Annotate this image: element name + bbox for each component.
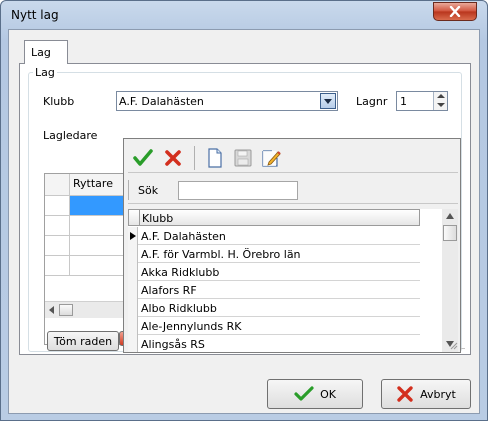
edit-button[interactable] — [260, 147, 282, 169]
row-indicator — [128, 335, 138, 352]
grid-cell[interactable] — [70, 236, 131, 256]
grid-header-ryttare[interactable]: Ryttare — [70, 174, 131, 196]
list-item-label: Alafors RF — [141, 284, 197, 297]
spin-up-icon[interactable] — [437, 94, 445, 98]
list-item-label: A.F. Dalahästen — [141, 230, 226, 243]
klubb-dropdown-button[interactable] — [320, 93, 336, 109]
search-separator — [128, 180, 129, 200]
list-header-klubb: Klubb — [142, 212, 174, 225]
scroll-left-icon[interactable] — [48, 306, 56, 314]
window-title: Nytt lag — [11, 8, 59, 22]
grid-row-indicator[interactable] — [45, 256, 70, 276]
cancel-label: Avbryt — [420, 387, 456, 401]
lagnr-spin-buttons[interactable] — [433, 92, 447, 110]
grid-row-indicator[interactable] — [45, 216, 70, 236]
tom-raden-button[interactable]: Töm raden — [47, 331, 119, 351]
popup-toolbar — [128, 141, 458, 173]
lagnr-spinner[interactable]: 1 — [396, 91, 448, 111]
spin-down-icon[interactable] — [437, 103, 445, 107]
check-icon — [294, 386, 314, 401]
list-item[interactable]: Alafors RF — [128, 281, 420, 299]
cross-icon — [397, 386, 413, 402]
tab-lag-label: Lag — [31, 46, 51, 59]
grid-corner — [45, 174, 70, 196]
tab-lag[interactable]: Lag — [24, 40, 68, 64]
current-row-arrow-icon — [130, 232, 136, 240]
resize-grip-icon[interactable] — [448, 340, 458, 350]
list-scroll-thumb[interactable] — [443, 225, 457, 241]
ok-button[interactable]: OK — [267, 379, 363, 409]
close-button[interactable] — [433, 2, 477, 21]
cancel-button[interactable]: Avbryt — [381, 379, 471, 409]
row-indicator — [128, 245, 138, 263]
search-row: Sök — [128, 176, 458, 204]
chevron-down-icon — [324, 99, 332, 104]
ryttare-grid[interactable]: Ryttare — [44, 173, 132, 345]
row-indicator — [128, 281, 138, 299]
grid-cell[interactable] — [70, 256, 131, 276]
dialog-window: Nytt lag Lag Lag Klubb A.F. Dalahästen L… — [0, 0, 488, 421]
row-indicator — [128, 227, 138, 245]
list-item[interactable]: A.F. för Varmbl. H. Örebro län — [128, 245, 420, 263]
new-document-icon — [208, 148, 222, 168]
scroll-up-icon[interactable] — [446, 213, 454, 219]
list-header[interactable]: Klubb — [128, 209, 420, 226]
grid-scroll-thumb[interactable] — [59, 304, 73, 316]
search-input[interactable] — [178, 181, 298, 200]
klubb-combobox[interactable]: A.F. Dalahästen — [116, 91, 338, 111]
save-button[interactable] — [232, 147, 254, 169]
klubb-label: Klubb — [43, 95, 75, 108]
edit-pencil-icon — [262, 150, 281, 167]
list-item[interactable]: A.F. Dalahästen — [128, 227, 420, 245]
lagledare-label: Lagledare — [43, 129, 98, 142]
check-icon — [133, 149, 153, 166]
group-legend: Lag — [33, 66, 57, 79]
cross-icon — [165, 150, 181, 166]
klubb-list[interactable]: Klubb A.F. Dalahästen A.F. för Varmbl. H… — [128, 209, 442, 352]
list-item-label: Alingsås RS — [141, 338, 205, 351]
dialog-client-area: Lag Lag Klubb A.F. Dalahästen Lagnr 1 La… — [8, 29, 480, 414]
lagnr-label: Lagnr — [356, 95, 388, 108]
tom-raden-label: Töm raden — [53, 334, 113, 348]
list-item[interactable]: Akka Ridklubb — [128, 263, 420, 281]
grid-horizontal-scrollbar[interactable] — [45, 301, 131, 318]
confirm-button[interactable] — [132, 147, 154, 169]
grid-cell-selected[interactable] — [70, 196, 131, 216]
list-item-label: A.F. för Varmbl. H. Örebro län — [141, 248, 301, 261]
new-document-button[interactable] — [204, 147, 226, 169]
search-label: Sök — [138, 184, 159, 197]
list-item-label: Ale-Jennylunds RK — [141, 320, 242, 333]
klubb-lookup-popup: Sök Klubb A.F. Dalahästen A.F. för Varmb… — [123, 138, 461, 353]
list-item[interactable]: Alingsås RS — [128, 335, 420, 352]
list-vertical-scrollbar[interactable] — [442, 209, 458, 352]
row-indicator — [128, 317, 138, 335]
grid-cell[interactable] — [70, 216, 131, 236]
grid-header-label: Ryttare — [73, 177, 113, 190]
lagnr-value: 1 — [400, 95, 407, 108]
close-icon — [449, 6, 461, 17]
grid-row-indicator[interactable] — [45, 196, 70, 216]
row-indicator — [128, 299, 138, 317]
header-divider — [139, 210, 140, 225]
list-item-label: Albo Ridklubb — [141, 302, 217, 315]
row-indicator — [128, 263, 138, 281]
title-bar[interactable]: Nytt lag — [1, 1, 487, 29]
delete-button[interactable] — [162, 147, 184, 169]
klubb-value: A.F. Dalahästen — [119, 95, 204, 108]
ok-label: OK — [320, 387, 336, 401]
list-item-label: Akka Ridklubb — [141, 266, 220, 279]
list-item[interactable]: Ale-Jennylunds RK — [128, 317, 420, 335]
toolbar-separator — [194, 146, 195, 170]
list-item[interactable]: Albo Ridklubb — [128, 299, 420, 317]
floppy-disk-icon — [234, 149, 252, 167]
grid-row-indicator[interactable] — [45, 236, 70, 256]
